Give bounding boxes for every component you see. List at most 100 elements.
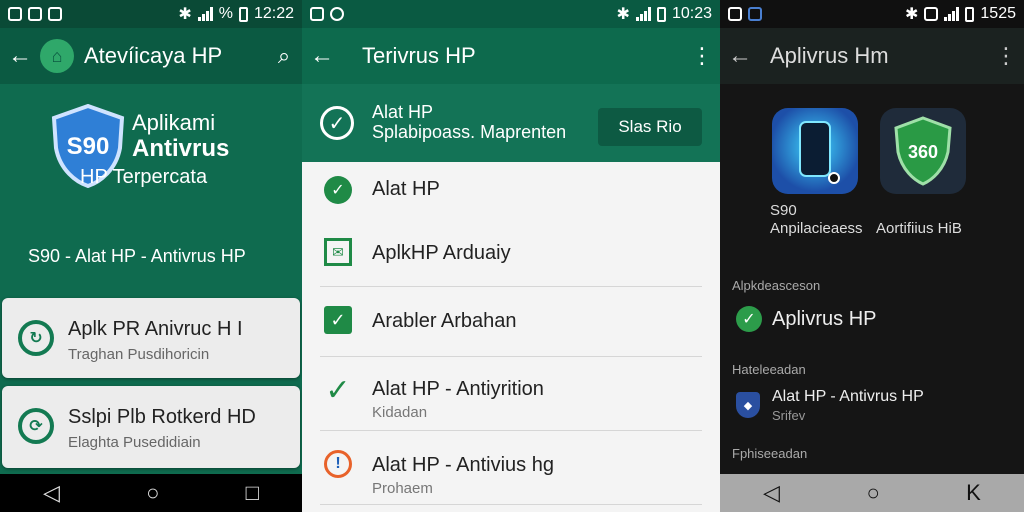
battery-icon bbox=[965, 6, 975, 22]
app-bar: ← Aplivrus Hm ⋮ bbox=[720, 28, 1024, 84]
card-title: Sslpi Plb Rotkerd HD bbox=[68, 406, 256, 428]
page-title: Atevíicaya HP bbox=[84, 43, 223, 68]
tile-label-line1: S90 bbox=[770, 202, 797, 219]
list-item-subtitle: Kidadan bbox=[372, 404, 428, 421]
list-item[interactable]: ✓ Aplivrus HP bbox=[732, 304, 1024, 338]
tile-label-line2: Anpilacieaess bbox=[770, 220, 863, 237]
check-icon: ✓ bbox=[325, 373, 351, 407]
search-icon[interactable]: ⌕ bbox=[266, 43, 302, 69]
refresh-shield-icon: ↻ bbox=[18, 320, 54, 356]
divider bbox=[320, 356, 702, 357]
header-title: Alat HP bbox=[372, 102, 434, 122]
bluetooth-icon: ✱ bbox=[616, 6, 630, 23]
app-panel-right: ✱ 1525 ← Aplivrus Hm ⋮ S90 Anpilacieaess… bbox=[720, 0, 1024, 512]
list-item-subtitle: Srifev bbox=[772, 408, 806, 423]
check-circle-icon: ✓ bbox=[736, 306, 762, 332]
list-item-title: Alat HP - Antivius hg bbox=[372, 454, 554, 476]
app-icon bbox=[748, 7, 762, 21]
clock-time: 10:23 bbox=[671, 5, 712, 22]
signal-icon bbox=[635, 7, 651, 21]
app-bar: ← Terivrus HP ⋮ bbox=[302, 28, 720, 84]
list-item[interactable]: ✓ Alat HP - Antiyrition Kidadan bbox=[302, 360, 720, 428]
check-circle-icon: ✓ bbox=[320, 106, 354, 140]
app-panel-middle: ✱ 10:23 ← Terivrus HP ⋮ ✓ Alat HP Splabi… bbox=[302, 0, 720, 512]
checkbox-icon[interactable]: ✓ bbox=[324, 306, 352, 334]
sync-icon: ⟳ bbox=[18, 408, 54, 444]
page-title: Terivrus HP bbox=[362, 43, 476, 68]
back-arrow-icon[interactable]: ← bbox=[720, 42, 760, 70]
divider bbox=[320, 430, 702, 431]
list-item-title: Arabler Arbahan bbox=[372, 310, 517, 332]
app-panel-left: ✱ % 12:22 ← ⌂ Atevíicaya HP ⌕ S90 Aplika… bbox=[0, 0, 302, 512]
list-item[interactable]: ✉ AplkHP Arduaiy bbox=[302, 222, 720, 286]
vibrate-icon bbox=[924, 7, 939, 21]
tile-badge: 360 bbox=[908, 142, 938, 162]
list-item[interactable]: ǃ Alat HP - Antivius hg Prohaem bbox=[302, 434, 720, 504]
section-header: Fphiseeadan bbox=[732, 446, 808, 461]
hero-subtitle: HP Terpercata bbox=[80, 166, 208, 188]
overflow-menu-icon[interactable]: ⋮ bbox=[684, 43, 720, 69]
shield-app-tile[interactable]: 360 bbox=[880, 108, 966, 194]
phone-app-tile[interactable] bbox=[772, 108, 858, 194]
nav-bar: ◁ ○ K bbox=[720, 474, 1024, 512]
list-item[interactable]: ◆ Alat HP - Antivrus HP Srifev bbox=[732, 388, 1024, 432]
section-header: Hateleeadan bbox=[732, 362, 806, 377]
hero-title-line2: Antivrus bbox=[132, 135, 230, 162]
clock-time: 12:22 bbox=[253, 5, 294, 22]
bluetooth-icon: ✱ bbox=[178, 6, 192, 23]
list-item-title: AplkHP Arduaiy bbox=[372, 242, 511, 264]
page-title: Aplivrus Hm bbox=[770, 43, 889, 68]
signal-icon bbox=[944, 7, 960, 21]
app-bar: ← ⌂ Atevíicaya HP ⌕ bbox=[0, 28, 302, 84]
list-item-subtitle: Prohaem bbox=[372, 480, 433, 497]
status-bar: ✱ 10:23 bbox=[302, 0, 720, 28]
list-item[interactable]: ✓ Alat HP bbox=[302, 162, 720, 218]
nav-recents-icon[interactable]: □ bbox=[246, 480, 259, 506]
card-title: Aplk PR Anivruc H I bbox=[68, 318, 243, 340]
nav-back-icon[interactable]: ◁ bbox=[43, 480, 60, 506]
signal-icon bbox=[197, 7, 213, 21]
bluetooth-icon: ✱ bbox=[905, 6, 919, 23]
nav-home-icon[interactable]: ○ bbox=[866, 480, 879, 506]
nav-alt-back-icon[interactable]: K bbox=[966, 480, 981, 506]
nav-home-icon[interactable]: ○ bbox=[146, 480, 159, 506]
battery-percent: % bbox=[218, 5, 233, 22]
image-icon bbox=[48, 7, 62, 21]
sync-status-icon bbox=[330, 7, 344, 21]
status-bar: ✱ 1525 bbox=[720, 0, 1024, 28]
mail-icon: ✉ bbox=[324, 238, 352, 266]
hero-title: Aplikami Antivrus bbox=[132, 110, 229, 162]
sd-card-icon bbox=[28, 7, 42, 21]
clock-icon: ǃ bbox=[324, 450, 352, 478]
clock-time: 1525 bbox=[980, 5, 1016, 22]
notification-icon bbox=[728, 7, 742, 21]
divider bbox=[320, 286, 702, 287]
hero-title-line1: Aplikami bbox=[132, 110, 216, 135]
list-item-title: Alat HP - Antivrus HP bbox=[772, 388, 924, 405]
divider bbox=[320, 504, 702, 505]
card-subtitle: Traghan Pusdihoricin bbox=[68, 346, 210, 363]
nav-back-icon[interactable]: ◁ bbox=[763, 480, 780, 506]
list-item-title: Aplivrus HP bbox=[772, 308, 877, 330]
hero-banner: S90 Aplikami Antivrus HP Terpercata S90 … bbox=[0, 84, 302, 298]
status-bar: ✱ % 12:22 bbox=[0, 0, 302, 28]
tile-label: S90 Anpilacieaess bbox=[770, 202, 863, 238]
home-shield-icon: ⌂ bbox=[40, 39, 74, 73]
hero-caption: S90 - Alat HP - Antivrus HP bbox=[28, 246, 246, 266]
battery-icon bbox=[656, 6, 666, 22]
shield-label: S90 bbox=[67, 133, 110, 160]
nav-bar: ◁ ○ □ bbox=[0, 474, 302, 512]
feature-card[interactable]: ⟳ Sslpi Plb Rotkerd HD Elaghta Pusedidia… bbox=[2, 386, 300, 468]
overflow-menu-icon[interactable]: ⋮ bbox=[988, 43, 1024, 69]
tile-label: Aortifiius HiB bbox=[876, 220, 962, 237]
phone-icon bbox=[799, 121, 840, 184]
back-arrow-icon[interactable]: ← bbox=[302, 42, 342, 70]
list-item-title: Alat HP - Antiyrition bbox=[372, 378, 544, 400]
list-item[interactable]: ✓ Arabler Arbahan bbox=[302, 290, 720, 354]
header-subtitle: Splabipoass. Maprenten bbox=[372, 122, 567, 142]
notification-icon bbox=[310, 7, 324, 21]
shield-icon: ◆ bbox=[736, 392, 760, 418]
feature-card[interactable]: ↻ Aplk PR Anivruc H I Traghan Pusdihoric… bbox=[2, 298, 300, 378]
back-arrow-icon[interactable]: ← bbox=[0, 42, 40, 70]
header-action-button[interactable]: Slas Rio bbox=[598, 108, 702, 146]
